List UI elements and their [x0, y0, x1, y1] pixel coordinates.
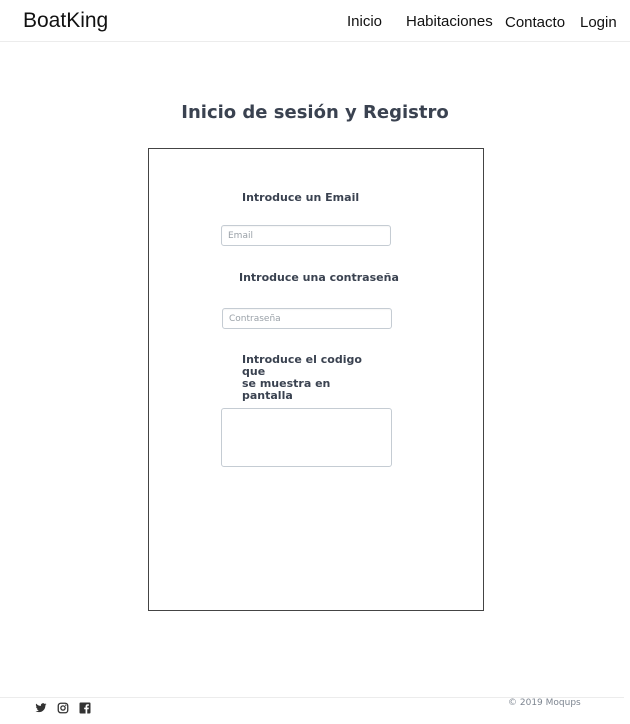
- email-input[interactable]: [221, 225, 391, 246]
- brand-logo[interactable]: BoatKing: [23, 9, 108, 33]
- facebook-icon[interactable]: [79, 701, 91, 714]
- captcha-label-line2: se muestra en pantalla: [242, 377, 331, 402]
- nav-link-habitaciones[interactable]: Habitaciones: [406, 13, 493, 30]
- email-label: Introduce un Email: [242, 191, 360, 204]
- captcha-label-line1: Introduce el codigo que: [242, 353, 362, 378]
- page: BoatKing Inicio Habitaciones Contacto Lo…: [0, 0, 630, 724]
- copyright-text: © 2019 Moqups: [508, 698, 581, 708]
- password-label: Introduce una contraseña: [239, 271, 399, 284]
- nav-link-inicio[interactable]: Inicio: [347, 13, 382, 30]
- nav-link-login[interactable]: Login: [580, 14, 617, 31]
- instagram-icon[interactable]: [57, 701, 69, 714]
- page-title: Inicio de sesión y Registro: [181, 102, 449, 123]
- nav-link-contacto[interactable]: Contacto: [505, 14, 565, 31]
- captcha-input[interactable]: [221, 408, 392, 467]
- twitter-icon[interactable]: [35, 701, 47, 713]
- navbar: BoatKing Inicio Habitaciones Contacto Lo…: [0, 0, 630, 42]
- password-input[interactable]: [222, 308, 392, 329]
- captcha-label: Introduce el codigo que se muestra en pa…: [242, 354, 382, 402]
